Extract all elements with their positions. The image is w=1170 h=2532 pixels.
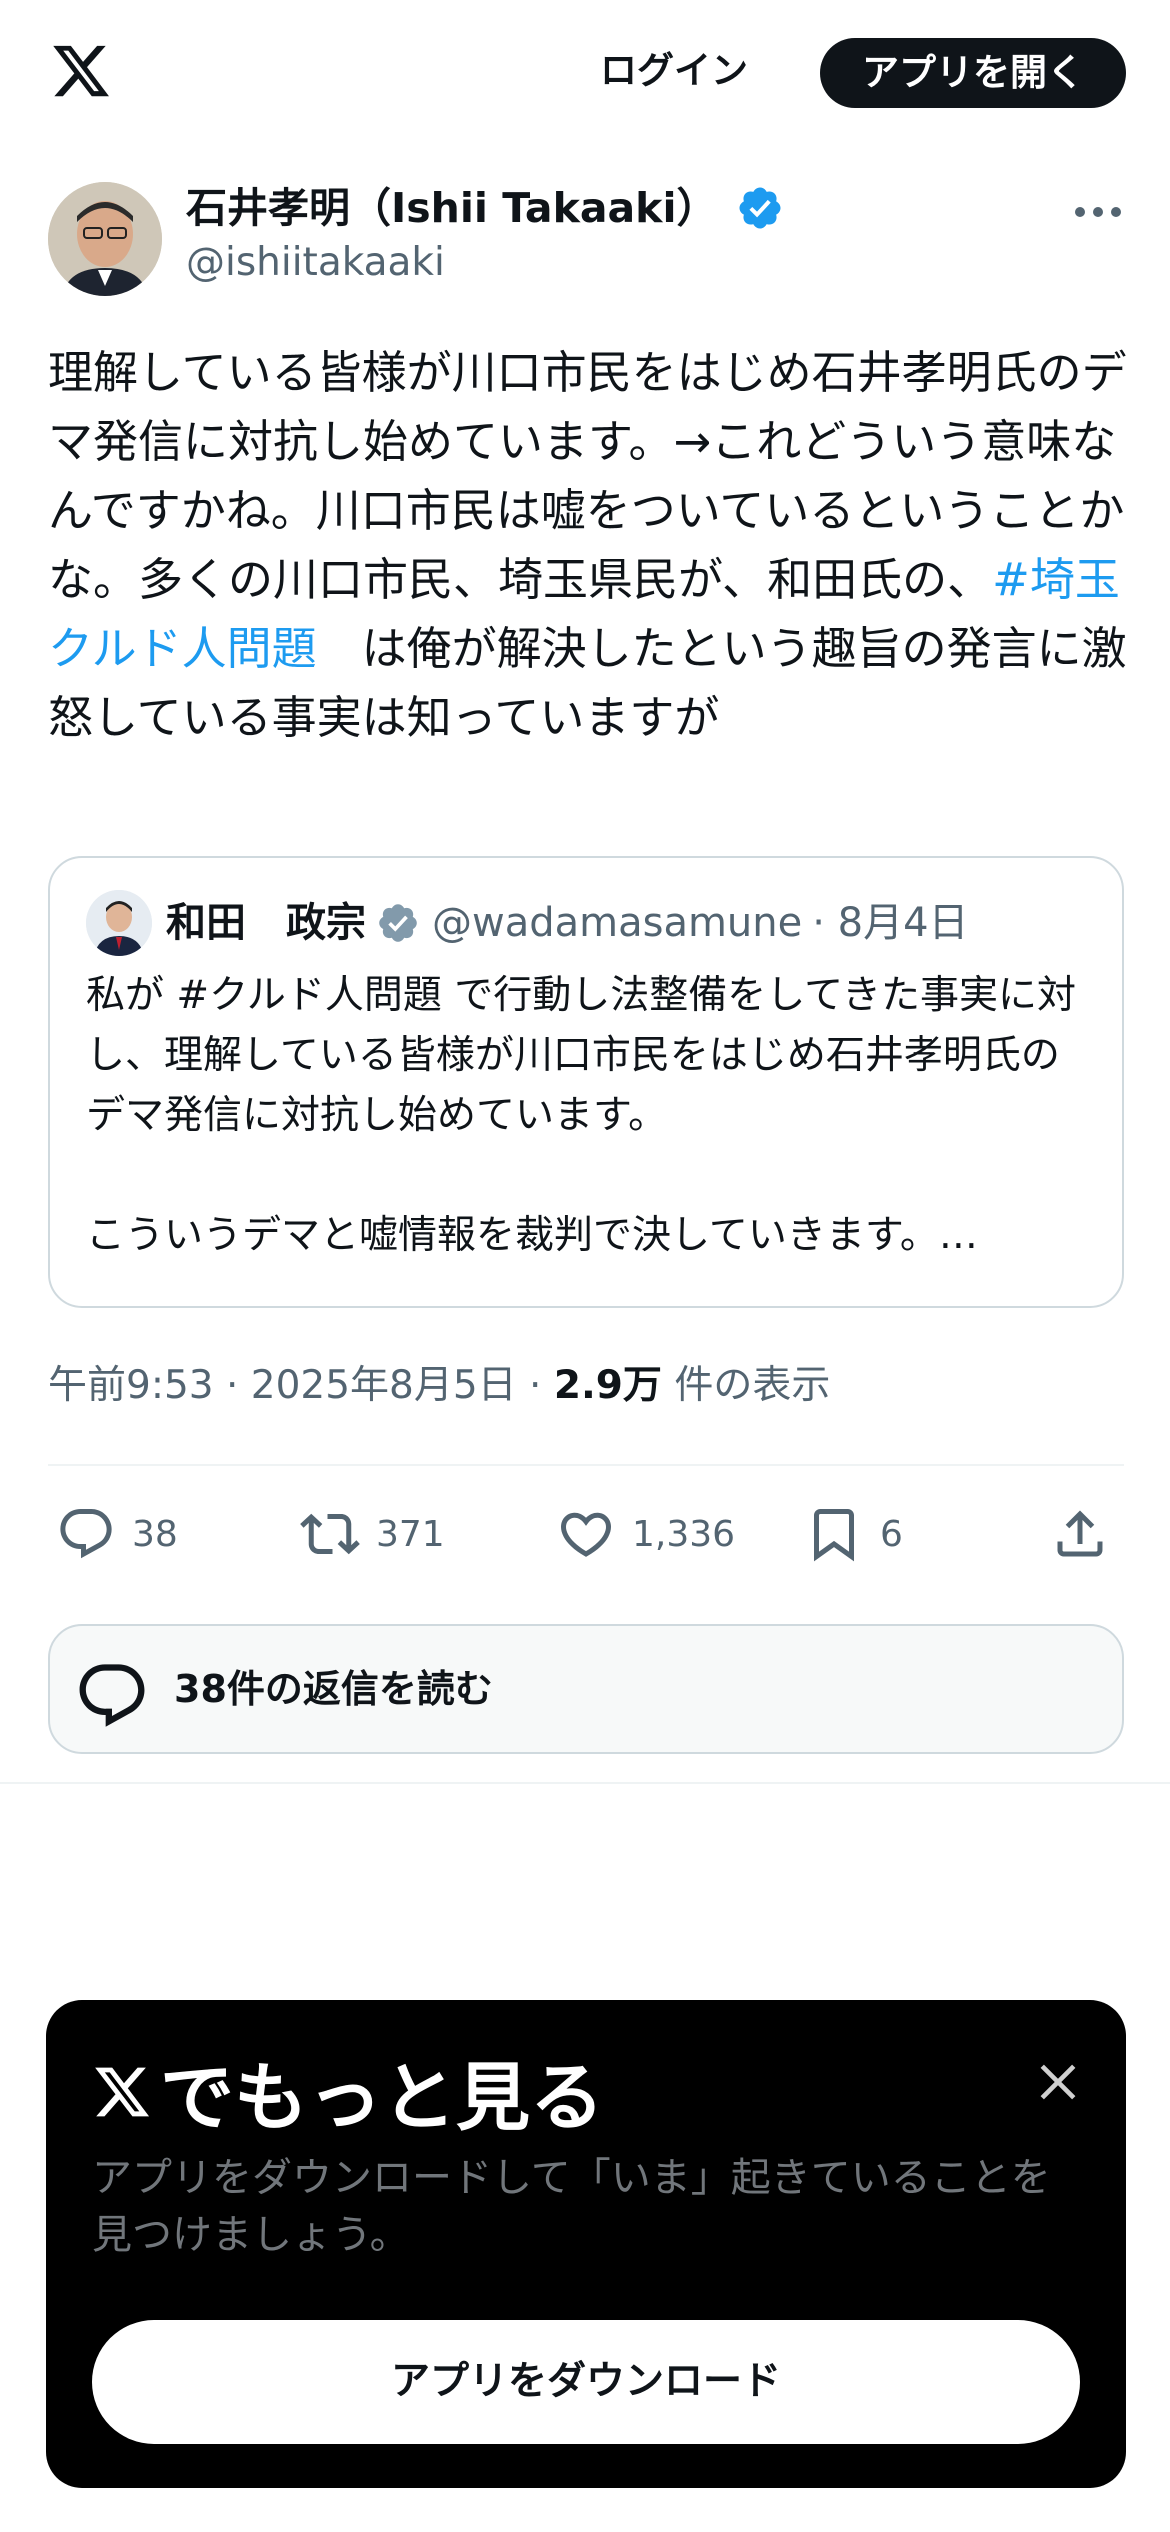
share-button[interactable]: [1050, 1494, 1126, 1574]
quoted-tweet-text: 私が #クルド人問題 で行動し法整備をしてきた事実に対し、理解している皆様が川口…: [86, 966, 1086, 1266]
author-avatar[interactable]: [48, 182, 162, 296]
close-icon[interactable]: [1030, 2054, 1086, 2110]
author-handle[interactable]: @ishiitakaaki: [186, 240, 445, 285]
like-button[interactable]: 1,336: [556, 1494, 735, 1574]
retweet-button[interactable]: 371: [300, 1494, 445, 1574]
tweet-timestamp[interactable]: 午前9:53 · 2025年8月5日 ·: [48, 1363, 554, 1408]
promo-title: でもっと見る: [92, 2038, 604, 2145]
tweet-text: 理解している皆様が川口市民をはじめ石井孝明氏のデマ発信に対抗し始めています。→こ…: [48, 338, 1128, 752]
retweet-count: 371: [376, 1513, 445, 1555]
quoted-author-handle: @wadamasamune: [432, 900, 803, 946]
reply-count: 38: [132, 1513, 178, 1555]
bookmark-count: 6: [880, 1513, 903, 1555]
promo-subtitle: アプリをダウンロードして「いま」起きていることを見つけましょう。: [92, 2155, 1051, 2258]
tweet-text-part1: 理解している皆様が川口市民をはじめ石井孝明氏のデマ発信に対抗し始めています。→こ…: [48, 346, 1127, 606]
quoted-tweet-card[interactable]: 和田 政宗 @wadamasamune · 8月4日 私が #クルド人問題 で行…: [48, 856, 1124, 1308]
author-name[interactable]: 石井孝明（Ishii Takaaki）: [186, 180, 784, 236]
like-count: 1,336: [632, 1513, 736, 1555]
quoted-tweet-date: · 8月4日: [812, 900, 969, 946]
bookmark-button[interactable]: 6: [804, 1494, 903, 1574]
retweet-icon: [300, 1513, 360, 1555]
read-replies-button[interactable]: 38件の返信を読む: [48, 1624, 1124, 1754]
download-app-button[interactable]: アプリをダウンロード: [92, 2320, 1080, 2444]
app-promo-sheet: でもっと見る アプリをダウンロードして「いま」起きていることを見つけましょう。 …: [46, 2000, 1126, 2488]
x-logo-icon: [95, 2067, 150, 2116]
quoted-text-line1: 私が #クルド人問題 で行動し法整備をしてきた事実に対し、理解している皆様が川口…: [86, 973, 1076, 1138]
quoted-text-line2: こういうデマと嘘情報を裁判で決していきます。…: [86, 1213, 978, 1258]
top-bar: ログイン アプリを開く: [0, 0, 1170, 150]
bookmark-icon: [814, 1509, 854, 1562]
divider: [48, 1464, 1124, 1466]
quoted-author-name: 和田 政宗: [166, 900, 366, 946]
reply-bubble-icon: [79, 1664, 145, 1727]
reply-button[interactable]: 38: [56, 1494, 178, 1574]
section-separator: [0, 1782, 1170, 1784]
gray-verified-badge-icon: [379, 904, 417, 942]
author-name-text[interactable]: 石井孝明（Ishii Takaaki）: [186, 180, 718, 236]
more-options-icon[interactable]: [1072, 192, 1124, 232]
read-replies-label: 38件の返信を読む: [174, 1667, 493, 1711]
verified-badge-icon: [739, 187, 780, 229]
view-count-label: 件の表示: [661, 1363, 831, 1408]
heart-icon: [560, 1512, 612, 1557]
view-count: 2.9万: [553, 1363, 662, 1408]
login-link[interactable]: ログイン: [600, 40, 748, 102]
share-icon: [1057, 1510, 1103, 1557]
tweet-actions-bar: 38 371 1,336 6: [0, 1494, 1170, 1574]
reply-icon: [60, 1509, 112, 1559]
promo-title-text: でもっと見る: [160, 2055, 604, 2141]
open-app-button[interactable]: アプリを開く: [820, 38, 1126, 108]
quoted-author-avatar: [86, 890, 152, 956]
x-logo-icon[interactable]: [48, 40, 114, 102]
tweet-meta: 午前9:53 · 2025年8月5日 · 2.9万 件の表示: [48, 1354, 830, 1410]
quoted-tweet-header: 和田 政宗 @wadamasamune · 8月4日: [166, 888, 969, 958]
